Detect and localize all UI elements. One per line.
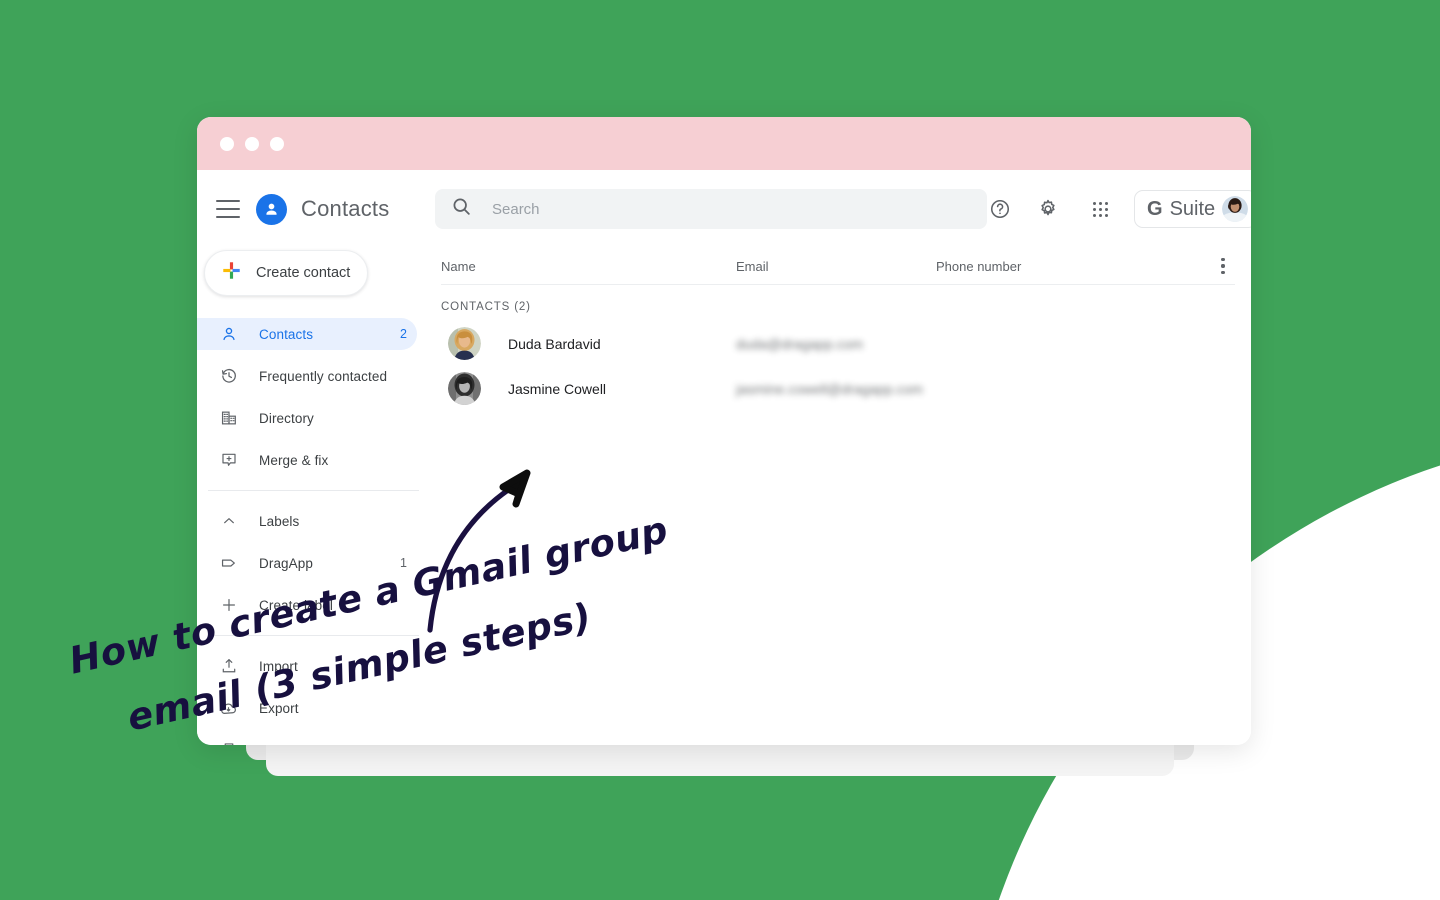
- gsuite-wordmark: Suite: [1169, 198, 1216, 220]
- sidebar-item-directory[interactable]: Directory: [197, 402, 417, 434]
- building-icon: [218, 408, 239, 429]
- sidebar-item-label: Contacts: [259, 326, 314, 342]
- brand-zone: Contacts: [210, 193, 435, 225]
- sidebar-divider-2: [208, 635, 419, 636]
- sidebar: Create contact Contacts 2 Frequently con…: [197, 248, 431, 745]
- create-contact-label: Create contact: [256, 265, 351, 281]
- search-bar[interactable]: [435, 189, 987, 229]
- sidebar-item-contacts[interactable]: Contacts 2: [197, 318, 417, 350]
- sidebar-item-label: Frequently contacted: [259, 368, 388, 384]
- sidebar-item-import[interactable]: Import: [197, 650, 417, 682]
- sidebar-item-label: Merge & fix: [259, 452, 329, 468]
- sidebar-item-label: Import: [259, 658, 298, 674]
- contact-email: jasmine.cowell@dragapp.com: [736, 380, 923, 397]
- sidebar-item-count: 1: [400, 556, 407, 570]
- printer-icon: [218, 740, 239, 745]
- sidebar-item-print[interactable]: Print: [197, 734, 417, 745]
- screenshot-stage: Contacts Search G Suite Create contact C…: [0, 0, 1440, 900]
- contacts-section-label: CONTACTS (2): [441, 301, 531, 313]
- contacts-app: Contacts Search G Suite Create contact C…: [197, 170, 1251, 745]
- contact-name: Duda Bardavid: [508, 335, 601, 352]
- sidebar-item-label: Directory: [259, 410, 314, 426]
- plus-icon: [218, 595, 239, 616]
- column-header-email: Email: [736, 258, 769, 274]
- sidebar-item-create-label[interactable]: Create label: [197, 589, 417, 621]
- minimize-dot[interactable]: [245, 136, 259, 151]
- sidebar-item-export[interactable]: Export: [197, 692, 417, 724]
- table-header-row: Name Email Phone number: [441, 248, 1237, 284]
- contact-avatar-duda: [448, 327, 481, 360]
- browser-window: Contacts Search G Suite Create contact C…: [197, 117, 1251, 745]
- close-dot[interactable]: [220, 136, 234, 151]
- sidebar-item-merge-and-fix[interactable]: Merge & fix: [197, 444, 417, 476]
- search-input[interactable]: [490, 199, 971, 219]
- appbar-right-actions: G Suite: [987, 190, 1251, 228]
- maximize-dot[interactable]: [270, 136, 284, 151]
- chevron-up-icon: [218, 511, 239, 532]
- create-contact-button[interactable]: Create contact: [204, 250, 368, 296]
- more-vertical-icon[interactable]: [1211, 257, 1235, 275]
- person-icon: [218, 324, 239, 345]
- app-header-bar: Contacts Search G Suite: [197, 170, 1251, 248]
- label-tag-icon: [218, 553, 239, 574]
- gear-icon[interactable]: [1035, 196, 1061, 222]
- search-icon: [451, 196, 472, 222]
- export-cloud-download-icon: [218, 698, 239, 719]
- sidebar-item-count: 2: [400, 327, 407, 341]
- sidebar-group-tools: Import Export: [197, 650, 431, 745]
- table-row[interactable]: Jasmine Cowell jasmine.cowell@dragapp.co…: [441, 366, 1237, 411]
- google-plus-icon: [221, 260, 242, 286]
- sidebar-group-main: Contacts 2 Frequently contacted Director…: [197, 318, 431, 476]
- column-header-name: Name: [441, 258, 476, 274]
- sidebar-item-label: Export: [259, 700, 299, 716]
- gsuite-account-pill[interactable]: G Suite: [1134, 190, 1251, 228]
- contact-name: Jasmine Cowell: [508, 380, 607, 397]
- sidebar-item-labels[interactable]: Labels: [197, 505, 417, 537]
- hamburger-icon[interactable]: [216, 200, 240, 218]
- app-body: Create contact Contacts 2 Frequently con…: [197, 248, 1251, 745]
- window-titlebar: [197, 117, 1251, 170]
- sidebar-group-labels: Labels DragApp 1 Create label: [197, 505, 431, 621]
- sidebar-item-label: DragApp: [259, 555, 313, 571]
- sidebar-item-label: Labels: [259, 513, 300, 529]
- import-upload-icon: [218, 656, 239, 677]
- avatar[interactable]: [1222, 196, 1249, 222]
- contacts-table: Name Email Phone number CONTACTS (2) Dud…: [431, 248, 1251, 745]
- contact-avatar-jasmine: [448, 372, 481, 405]
- sidebar-divider-1: [208, 490, 419, 491]
- merge-fix-icon: [218, 450, 239, 471]
- apps-grid-icon[interactable]: [1093, 201, 1108, 217]
- gsuite-g-logo: G: [1147, 198, 1163, 220]
- column-header-phone: Phone number: [936, 258, 1022, 274]
- history-clock-icon: [218, 366, 239, 387]
- sidebar-item-label: Create label: [259, 597, 333, 613]
- help-circle-icon[interactable]: [987, 196, 1013, 222]
- app-title: Contacts: [301, 196, 390, 221]
- sidebar-item-label: Print: [259, 743, 407, 746]
- sidebar-item-frequently-contacted[interactable]: Frequently contacted: [197, 360, 417, 392]
- contacts-person-icon: [256, 193, 287, 225]
- table-row[interactable]: Duda Bardavid duda@dragapp.com: [441, 321, 1237, 366]
- contact-email: duda@dragapp.com: [736, 335, 864, 352]
- sidebar-item-dragapp[interactable]: DragApp 1: [197, 547, 417, 579]
